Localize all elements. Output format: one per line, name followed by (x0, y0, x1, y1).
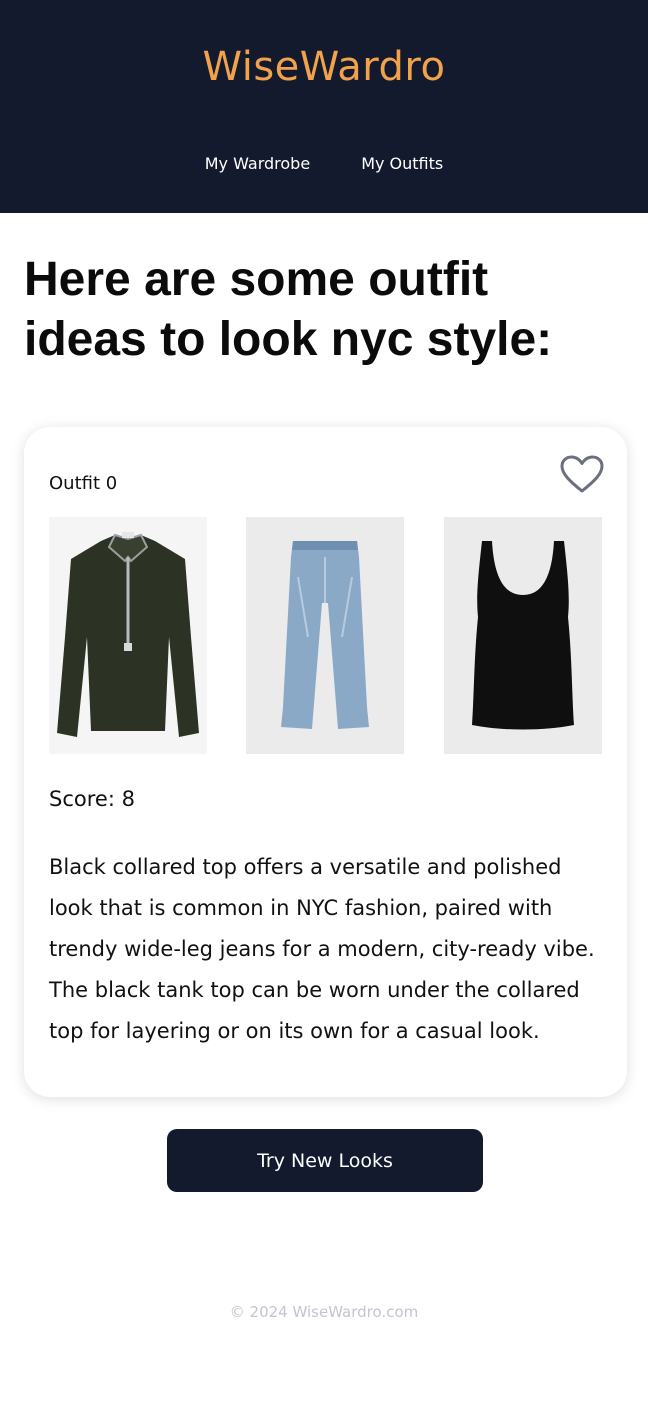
outfit-title: Outfit 0 (49, 473, 118, 494)
main-nav: My Wardrobe My Outfits (0, 154, 648, 173)
app-header: WiseWardro My Wardrobe My Outfits (0, 0, 648, 213)
item-image-wide-leg-jeans[interactable] (246, 517, 404, 754)
item-image-tank-top[interactable] (444, 517, 602, 754)
footer-copyright: © 2024 WiseWardro.com (229, 1303, 419, 1321)
nav-my-wardrobe[interactable]: My Wardrobe (205, 154, 310, 173)
outfit-description: Black collared top offers a versatile an… (49, 855, 595, 1043)
brand-logo[interactable]: WiseWardro (0, 44, 648, 90)
outfit-items (49, 517, 602, 754)
outfit-card: Outfit 0 Score: 8 Black collared top off… (24, 427, 627, 1097)
item-image-collared-top[interactable] (49, 517, 207, 754)
outfit-score: Score: 8 (49, 787, 135, 811)
try-new-looks-button[interactable]: Try New Looks (167, 1129, 483, 1192)
heart-icon[interactable] (560, 455, 604, 495)
nav-my-outfits[interactable]: My Outfits (361, 154, 443, 173)
page-title: Here are some outfit ideas to look nyc s… (24, 253, 553, 366)
